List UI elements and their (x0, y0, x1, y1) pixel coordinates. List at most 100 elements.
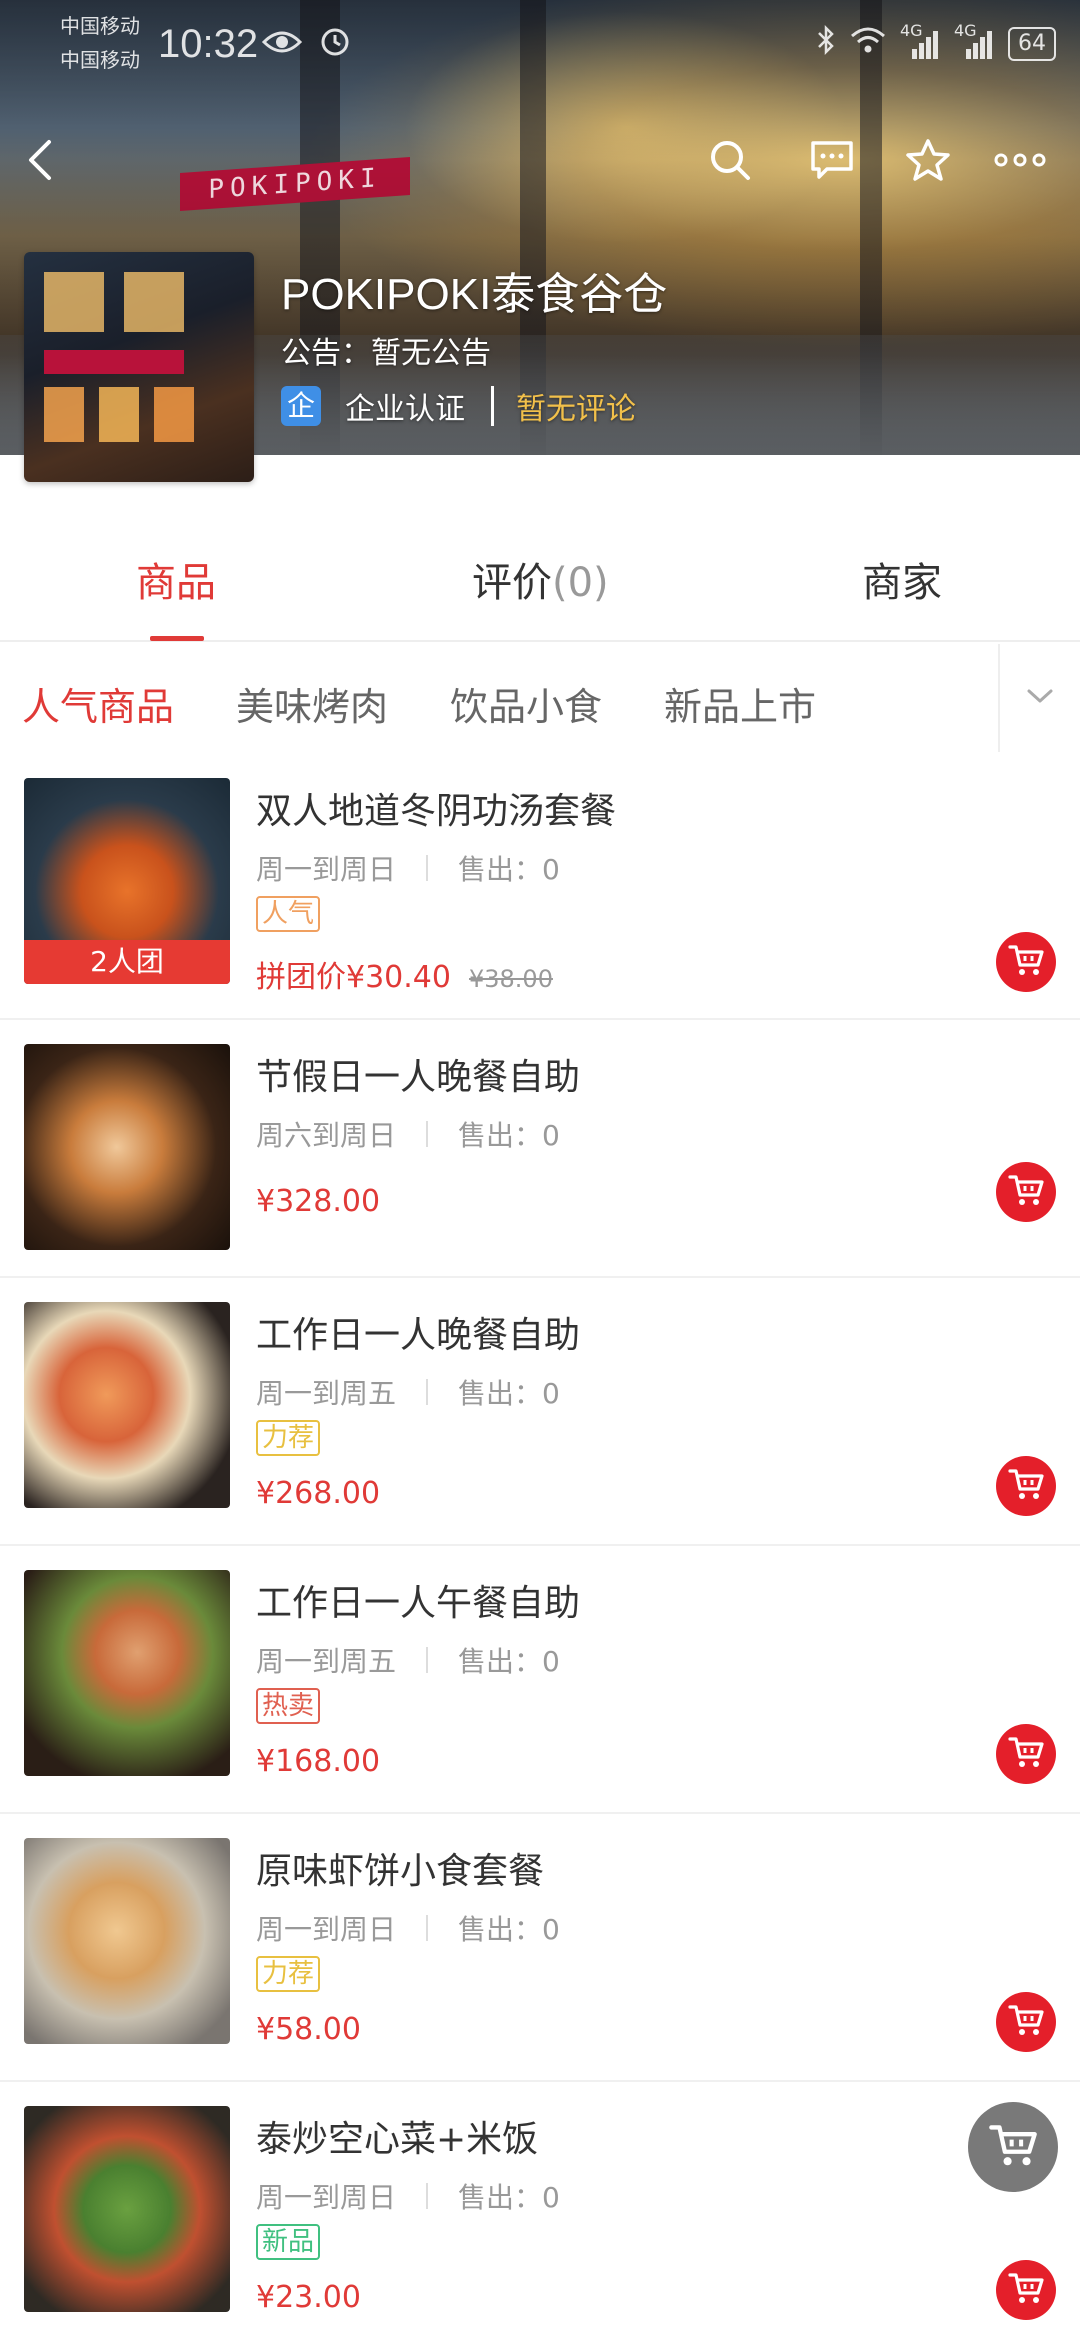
add-to-cart-button[interactable] (996, 1456, 1056, 1516)
alarm-icon (318, 24, 352, 62)
carrier-label-1: 中国移动 (60, 14, 140, 38)
product-sold: 售出：0 (458, 2181, 560, 2214)
eye-icon (261, 28, 303, 60)
product-price: ¥168.00 (256, 1744, 380, 1779)
battery-indicator: 64 (1008, 26, 1056, 61)
group-price: 拼团价¥30.40 (256, 960, 451, 995)
product-meta: 周一到周日 售出：0 (256, 1908, 560, 1948)
category-drinks-snacks[interactable]: 饮品小食 (450, 676, 602, 731)
category-new[interactable]: 新品上市 (664, 676, 816, 731)
product-name: 工作日一人午餐自助 (256, 1583, 581, 1624)
category-bbq[interactable]: 美味烤肉 (236, 676, 388, 731)
product-sold: 售出：0 (458, 1119, 560, 1152)
cart-icon (1008, 943, 1044, 981)
network-type-2: 4G (954, 20, 977, 40)
product-item[interactable]: 节假日一人晚餐自助 周六到周日 售出：0 ¥328.00 (0, 1020, 1080, 1278)
product-meta: 周一到周五 售出：0 (256, 1640, 560, 1680)
divider (491, 386, 494, 426)
store-name: POKIPOKI泰食谷仓 (281, 270, 668, 319)
certification-label: 企业认证 (345, 392, 465, 427)
add-to-cart-button[interactable] (996, 1162, 1056, 1222)
tab-reviews[interactable]: 评价(0) (472, 550, 609, 608)
product-price: 拼团价¥30.40 ¥38.00 (256, 952, 553, 996)
active-tab-indicator (150, 636, 204, 641)
product-image (24, 1044, 230, 1250)
product-item[interactable]: 2人团 双人地道冬阴功汤套餐 周一到周日 售出：0 人气 拼团价¥30.40 ¥… (0, 752, 1080, 1020)
product-meta: 周一到周日 售出：0 (256, 2176, 560, 2216)
carrier-label-2: 中国移动 (60, 48, 140, 72)
star-icon[interactable] (898, 130, 958, 190)
product-days: 周一到周五 (256, 1377, 397, 1410)
product-meta: 周六到周日 售出：0 (256, 1114, 560, 1154)
cart-icon (1008, 2271, 1044, 2309)
product-image (24, 1302, 230, 1508)
product-name: 双人地道冬阴功汤套餐 (256, 791, 617, 832)
add-to-cart-button[interactable] (996, 1992, 1056, 2052)
product-price: ¥328.00 (256, 1184, 380, 1219)
product-item[interactable]: 工作日一人晚餐自助 周一到周五 售出：0 力荐 ¥268.00 (0, 1278, 1080, 1546)
cart-icon (1008, 1467, 1044, 1505)
product-image (24, 2106, 230, 2312)
main-tabs: 商品 评价(0) 商家 (0, 520, 1080, 642)
tab-reviews-label: 评价 (472, 560, 552, 606)
group-buy-tag: 2人团 (24, 940, 230, 984)
tab-reviews-count: (0) (552, 560, 609, 606)
message-icon[interactable] (802, 130, 862, 190)
product-image (24, 1570, 230, 1776)
review-status[interactable]: 暂无评论 (516, 384, 636, 428)
product-name: 原味虾饼小食套餐 (256, 1851, 545, 1892)
add-to-cart-button[interactable] (996, 932, 1056, 992)
product-tag: 新品 (256, 2224, 321, 2260)
product-image: 2人团 (24, 778, 230, 984)
cart-icon (988, 2122, 1038, 2172)
product-price: ¥23.00 (256, 2280, 361, 2315)
store-notice: 公告：暂无公告 (281, 336, 491, 371)
cart-icon (1008, 2003, 1044, 2041)
signal-icon-2: 4G (954, 21, 994, 59)
product-item[interactable]: 原味虾饼小食套餐 周一到周日 售出：0 力荐 ¥58.00 (0, 1814, 1080, 2082)
price: ¥328.00 (256, 1184, 381, 1219)
status-bar: 中国移动 中国移动 10:32 4G 4G 64 (0, 0, 1080, 90)
cart-icon (1008, 1735, 1044, 1773)
category-bar: 人气商品 美味烤肉 饮品小食 新品上市 (0, 644, 1080, 752)
add-to-cart-button[interactable] (996, 2260, 1056, 2320)
product-sold: 售出：0 (458, 1913, 560, 1946)
chevron-down-icon (1026, 688, 1054, 708)
product-days: 周一到周日 (256, 853, 397, 886)
product-name: 工作日一人晚餐自助 (256, 1315, 581, 1356)
product-tag: 力荐 (256, 1420, 321, 1456)
back-arrow-icon[interactable] (10, 130, 70, 190)
tab-merchant[interactable]: 商家 (862, 550, 942, 608)
add-to-cart-button[interactable] (996, 1724, 1056, 1784)
original-price: ¥38.00 (468, 965, 553, 993)
wifi-icon (850, 26, 886, 61)
signal-icon-1: 4G (900, 21, 940, 59)
product-meta: 周一到周五 售出：0 (256, 1372, 560, 1412)
tab-goods[interactable]: 商品 (136, 550, 216, 608)
product-tag: 力荐 (256, 1956, 321, 1992)
product-tag: 热卖 (256, 1688, 321, 1724)
price: ¥268.00 (256, 1476, 381, 1511)
product-item[interactable]: 泰炒空心菜+米饭 周一到周日 售出：0 新品 ¥23.00 (0, 2082, 1080, 2338)
store-thumbnail[interactable] (24, 252, 254, 482)
category-popular[interactable]: 人气商品 (22, 676, 174, 731)
product-name: 泰炒空心菜+米饭 (256, 2119, 539, 2160)
more-icon[interactable] (990, 130, 1050, 190)
product-tag: 人气 (256, 896, 321, 932)
product-sold: 售出：0 (458, 1377, 560, 1410)
bluetooth-icon (816, 24, 836, 63)
product-sold: 售出：0 (458, 853, 560, 886)
status-time: 10:32 (158, 22, 259, 66)
floating-cart-button[interactable] (968, 2102, 1058, 2192)
search-icon[interactable] (700, 130, 760, 190)
enterprise-badge-icon: 企 (281, 386, 321, 426)
network-type-1: 4G (900, 20, 923, 40)
product-price: ¥268.00 (256, 1476, 380, 1511)
product-sold: 售出：0 (458, 1645, 560, 1678)
product-image (24, 1838, 230, 2044)
product-item[interactable]: 工作日一人午餐自助 周一到周五 售出：0 热卖 ¥168.00 (0, 1546, 1080, 1814)
product-days: 周一到周日 (256, 1913, 397, 1946)
price: ¥168.00 (256, 1744, 381, 1779)
product-name: 节假日一人晚餐自助 (256, 1057, 581, 1098)
category-expand-button[interactable] (998, 644, 1080, 752)
